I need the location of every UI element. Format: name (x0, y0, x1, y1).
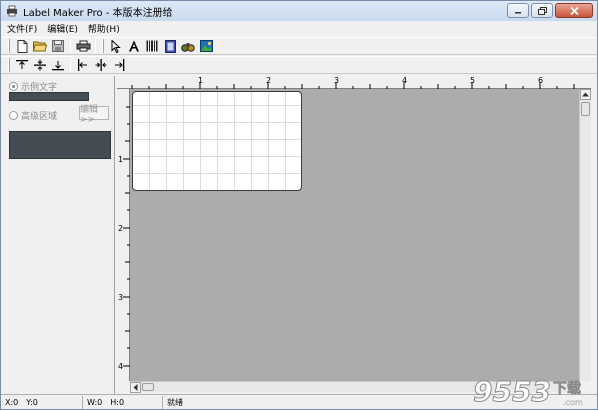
vertical-scrollbar[interactable] (579, 89, 591, 381)
align-bottom-icon (52, 61, 64, 71)
new-file-button[interactable] (13, 38, 31, 54)
ruler-v-label: 2 (118, 224, 123, 233)
advanced-area-label: 高级区域 (21, 112, 58, 122)
barcode-tool-icon (146, 40, 158, 52)
menu-file[interactable]: 文件(F) (7, 22, 37, 35)
status-y: Y:0 (26, 397, 38, 407)
align-middle-button[interactable] (31, 57, 49, 73)
document-tool-icon (164, 39, 176, 53)
binoculars-icon (181, 42, 195, 52)
site-watermark: 9553 下载 .com (473, 375, 583, 409)
status-h: H:0 (110, 397, 125, 407)
printer-app-icon (5, 4, 19, 18)
print-button[interactable] (74, 38, 92, 54)
main-toolbar (1, 37, 597, 55)
image-tool-icon (199, 40, 213, 52)
status-size: W:0 H:0 (83, 395, 163, 409)
toolbar-grip[interactable] (8, 58, 10, 72)
text-tool-button[interactable] (125, 38, 143, 54)
barcode-tool-button[interactable] (143, 38, 161, 54)
scroll-up-button[interactable] (580, 89, 591, 100)
ruler-h-label: 6 (538, 76, 543, 85)
window-controls (507, 3, 593, 18)
scroll-left-button[interactable] (130, 382, 141, 393)
ruler-v-label: 3 (118, 293, 123, 302)
menu-edit[interactable]: 编辑(E) (47, 22, 78, 35)
title-bar: Label Maker Pro - 本版本注册给 (1, 1, 597, 21)
ruler-v-label: 4 (118, 362, 123, 371)
new-file-icon (17, 39, 27, 53)
advanced-area-option[interactable]: 高级区域 (9, 109, 57, 122)
ruler-h-label: 3 (334, 76, 339, 85)
toolbar-separator (95, 39, 96, 53)
align-toolbar (1, 56, 597, 74)
toolbar-grip[interactable] (102, 39, 104, 53)
text-tool-icon (129, 40, 139, 52)
ruler-h-label: 5 (470, 76, 475, 85)
watermark-number: 9553 (473, 375, 551, 408)
advanced-area-field[interactable] (9, 131, 111, 159)
status-message: 就绪 (163, 396, 363, 409)
align-bottom-button[interactable] (49, 57, 67, 73)
edit-button[interactable]: 编辑>> (79, 105, 109, 125)
minimize-icon (515, 11, 521, 13)
ruler-h-label: 1 (198, 76, 203, 85)
status-w: W:0 (87, 397, 103, 407)
window-title: Label Maker Pro - 本版本注册给 (23, 7, 173, 19)
minimize-button[interactable] (507, 3, 529, 18)
align-right-icon (115, 59, 125, 71)
find-button[interactable] (179, 38, 197, 54)
menu-help[interactable]: 帮助(H) (88, 22, 120, 35)
restore-icon (537, 6, 547, 15)
horizontal-scroll-thumb[interactable] (142, 383, 154, 391)
label-sheet[interactable] (132, 91, 302, 191)
horizontal-ruler-ticks: 1 2 3 4 5 6 (131, 76, 575, 89)
close-icon (569, 6, 579, 15)
advanced-area-radio[interactable] (9, 111, 18, 120)
ruler-h-label: 2 (266, 76, 271, 85)
toolbar-separator (70, 58, 71, 72)
ruler-v-label: 1 (118, 155, 123, 164)
status-x: X:0 (5, 397, 19, 407)
sample-text-field[interactable] (9, 92, 89, 101)
watermark-site: .com (563, 398, 583, 407)
align-top-icon (16, 60, 28, 69)
select-tool-button[interactable] (107, 38, 125, 54)
horizontal-ruler: 1 2 3 4 5 6 (117, 76, 591, 89)
align-center-button[interactable] (92, 57, 110, 73)
vertical-ruler-ticks: 1 2 3 4 (118, 106, 130, 371)
design-canvas[interactable] (130, 89, 579, 381)
toolbar-grip[interactable] (8, 39, 10, 53)
align-center-icon (95, 59, 107, 71)
app-window: Label Maker Pro - 本版本注册给 文件(F) 编辑(E) 帮助(… (0, 0, 598, 410)
select-arrow-icon (111, 39, 121, 53)
align-left-button[interactable] (74, 57, 92, 73)
open-button[interactable] (31, 38, 49, 54)
align-middle-icon (34, 59, 46, 71)
close-button[interactable] (555, 3, 593, 18)
image-tool-button[interactable] (197, 38, 215, 54)
vertical-ruler: 1 2 3 4 (117, 89, 130, 381)
align-right-button[interactable] (110, 57, 128, 73)
align-left-icon (78, 59, 87, 71)
watermark-suffix: 下载 (553, 380, 581, 397)
save-button[interactable] (49, 38, 67, 54)
status-text: 就绪 (167, 397, 183, 407)
vertical-scroll-thumb[interactable] (581, 102, 590, 116)
align-top-button[interactable] (13, 57, 31, 73)
open-folder-icon (33, 41, 47, 52)
sample-text-radio[interactable] (9, 82, 18, 91)
save-icon (52, 40, 64, 52)
print-icon (76, 40, 90, 52)
maximize-button[interactable] (531, 3, 553, 18)
ruler-h-label: 4 (402, 76, 407, 85)
toolbar-separator (70, 39, 71, 53)
menu-bar: 文件(F) 编辑(E) 帮助(H) (1, 21, 597, 36)
status-position: X:0 Y:0 (1, 395, 83, 409)
arrow-left-icon (133, 384, 138, 391)
document-tool-button[interactable] (161, 38, 179, 54)
arrow-up-icon (582, 92, 589, 97)
properties-panel: 示例文字 高级区域 编辑>> (3, 76, 115, 394)
